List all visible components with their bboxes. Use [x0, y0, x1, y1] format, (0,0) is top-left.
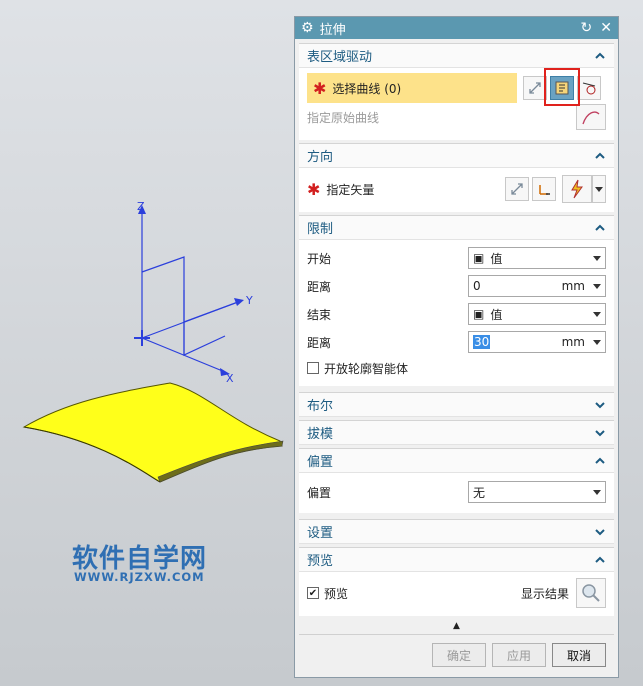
section-title-offset: 偏置	[307, 455, 334, 470]
lightning-vector-icon	[571, 179, 583, 199]
axis-z-label: Z	[137, 200, 145, 213]
section-title-surface: 表区域驱动	[307, 50, 373, 65]
axis-y-label: Y	[245, 294, 253, 307]
section-header-draft[interactable]: 拔模	[299, 421, 614, 445]
section-direction: 方向 ✱ 指定矢量	[299, 143, 614, 212]
graphics-viewport[interactable]: Z Y X 软件自学网 WWW.RJZXW.COM	[0, 0, 295, 686]
section-draft: 拔模	[299, 420, 614, 445]
gear-icon[interactable]: ⚙	[301, 20, 314, 36]
section-title-direction: 方向	[307, 150, 334, 165]
cancel-button[interactable]: 取消	[551, 643, 606, 667]
section-header-offset[interactable]: 偏置	[299, 449, 614, 473]
end-label: 结束	[307, 307, 332, 322]
start-label: 开始	[307, 251, 332, 266]
chevron-down-icon[interactable]	[594, 427, 606, 439]
vector-type-button[interactable]	[562, 175, 592, 203]
start-distance-label: 距离	[307, 279, 332, 294]
section-title-preview: 预览	[307, 554, 334, 569]
curve-icon	[582, 111, 600, 125]
collapse-toggle[interactable]: ▲	[295, 618, 618, 634]
chevron-down-icon[interactable]	[594, 399, 606, 411]
vector-dialog-button[interactable]	[532, 177, 556, 201]
chevron-up-icon[interactable]	[594, 455, 606, 467]
dialog-footer: 确定 应用 取消	[299, 634, 614, 667]
specify-vector-label: 指定矢量	[326, 182, 375, 197]
cube-icon: ▣	[473, 307, 485, 321]
watermark-url: WWW.RJZXW.COM	[74, 570, 205, 584]
close-icon[interactable]: ✕	[600, 20, 612, 36]
reverse-direction-button[interactable]	[505, 177, 529, 201]
original-curve-button[interactable]	[576, 104, 606, 130]
select-curve-label: 选择曲线 (0)	[332, 81, 402, 96]
section-header-settings[interactable]: 设置	[299, 520, 614, 544]
required-asterisk: ✱	[313, 78, 327, 98]
cross-arrows-icon	[529, 82, 541, 94]
apply-button[interactable]: 应用	[491, 643, 546, 667]
extruded-surface	[22, 382, 284, 483]
ok-button[interactable]: 确定	[431, 643, 486, 667]
end-distance-input[interactable]: 30 mm	[468, 331, 606, 353]
specify-original-curve-label: 指定原始曲线	[307, 110, 380, 125]
preview-checkbox[interactable]: ✔	[307, 587, 319, 599]
section-header-surface[interactable]: 表区域驱动	[299, 44, 614, 68]
sketch-curve-button[interactable]	[577, 76, 601, 100]
cube-icon: ▣	[473, 251, 485, 265]
chevron-down-icon	[595, 186, 603, 192]
chevron-down-icon[interactable]	[594, 526, 606, 538]
section-offset: 偏置 偏置 无	[299, 448, 614, 513]
show-result-label: 显示结果	[520, 586, 569, 601]
section-title-settings: 设置	[307, 526, 334, 541]
preview-label: 预览	[324, 586, 349, 601]
select-curve-row[interactable]: ✱ 选择曲线 (0)	[307, 73, 517, 103]
required-asterisk: ✱	[307, 179, 321, 199]
sketch-icon	[582, 82, 596, 95]
wcs-triad	[134, 212, 239, 373]
cross-arrows-icon	[511, 183, 523, 195]
section-header-boolean[interactable]: 布尔	[299, 393, 614, 417]
end-distance-label: 距离	[307, 335, 332, 350]
section-title-draft: 拔模	[307, 427, 334, 442]
dialog-title: 拉伸	[319, 22, 346, 38]
section-header-direction[interactable]: 方向	[299, 144, 614, 168]
start-distance-input[interactable]: 0 mm	[468, 275, 606, 297]
open-profile-label: 开放轮廓智能体	[324, 361, 409, 376]
chevron-up-icon[interactable]	[594, 222, 606, 234]
chevron-up-icon[interactable]	[594, 554, 606, 566]
section-limits: 限制 开始 ▣ 值 距离 0 mm 结束 ▣ 值 距离 30 mm 开放轮廓智能…	[299, 215, 614, 386]
vector-type-dropdown[interactable]	[592, 175, 606, 203]
end-select[interactable]: ▣ 值	[468, 303, 606, 325]
start-select[interactable]: ▣ 值	[468, 247, 606, 269]
chevron-down-icon	[593, 311, 601, 317]
chevron-up-icon[interactable]	[594, 150, 606, 162]
section-surface-drive: 表区域驱动 ✱ 选择曲线 (0) 指定原始曲线	[299, 43, 614, 140]
extrude-dialog: ⚙ 拉伸 ↻ ✕ 表区域驱动 ✱ 选择曲线 (0) 指定原始曲线 方向 ✱ 指定…	[294, 16, 619, 678]
chevron-down-icon	[593, 283, 601, 289]
reset-icon[interactable]: ↻	[581, 20, 593, 36]
chevron-down-icon	[593, 255, 601, 261]
section-title-limits: 限制	[307, 222, 334, 237]
section-title-boolean: 布尔	[307, 399, 334, 414]
offset-select[interactable]: 无	[468, 481, 606, 503]
highlight-box	[544, 68, 580, 106]
triangle-up-icon: ▲	[453, 621, 460, 631]
section-preview: 预览 ✔ 预览 显示结果	[299, 547, 614, 616]
chevron-up-icon[interactable]	[594, 50, 606, 62]
section-header-limits[interactable]: 限制	[299, 216, 614, 240]
y-arrow-icon	[234, 298, 244, 306]
vector-icon	[539, 185, 550, 195]
section-header-preview[interactable]: 预览	[299, 548, 614, 572]
section-settings: 设置	[299, 519, 614, 544]
chevron-down-icon	[593, 339, 601, 345]
chevron-down-icon	[593, 489, 601, 495]
axis-x-label: X	[226, 372, 234, 385]
offset-label: 偏置	[307, 485, 332, 500]
dialog-titlebar[interactable]: ⚙ 拉伸 ↻ ✕	[295, 17, 618, 39]
show-result-button[interactable]	[576, 578, 606, 608]
section-boolean: 布尔	[299, 392, 614, 417]
open-profile-checkbox[interactable]	[307, 362, 319, 374]
magnifier-icon	[582, 584, 600, 602]
